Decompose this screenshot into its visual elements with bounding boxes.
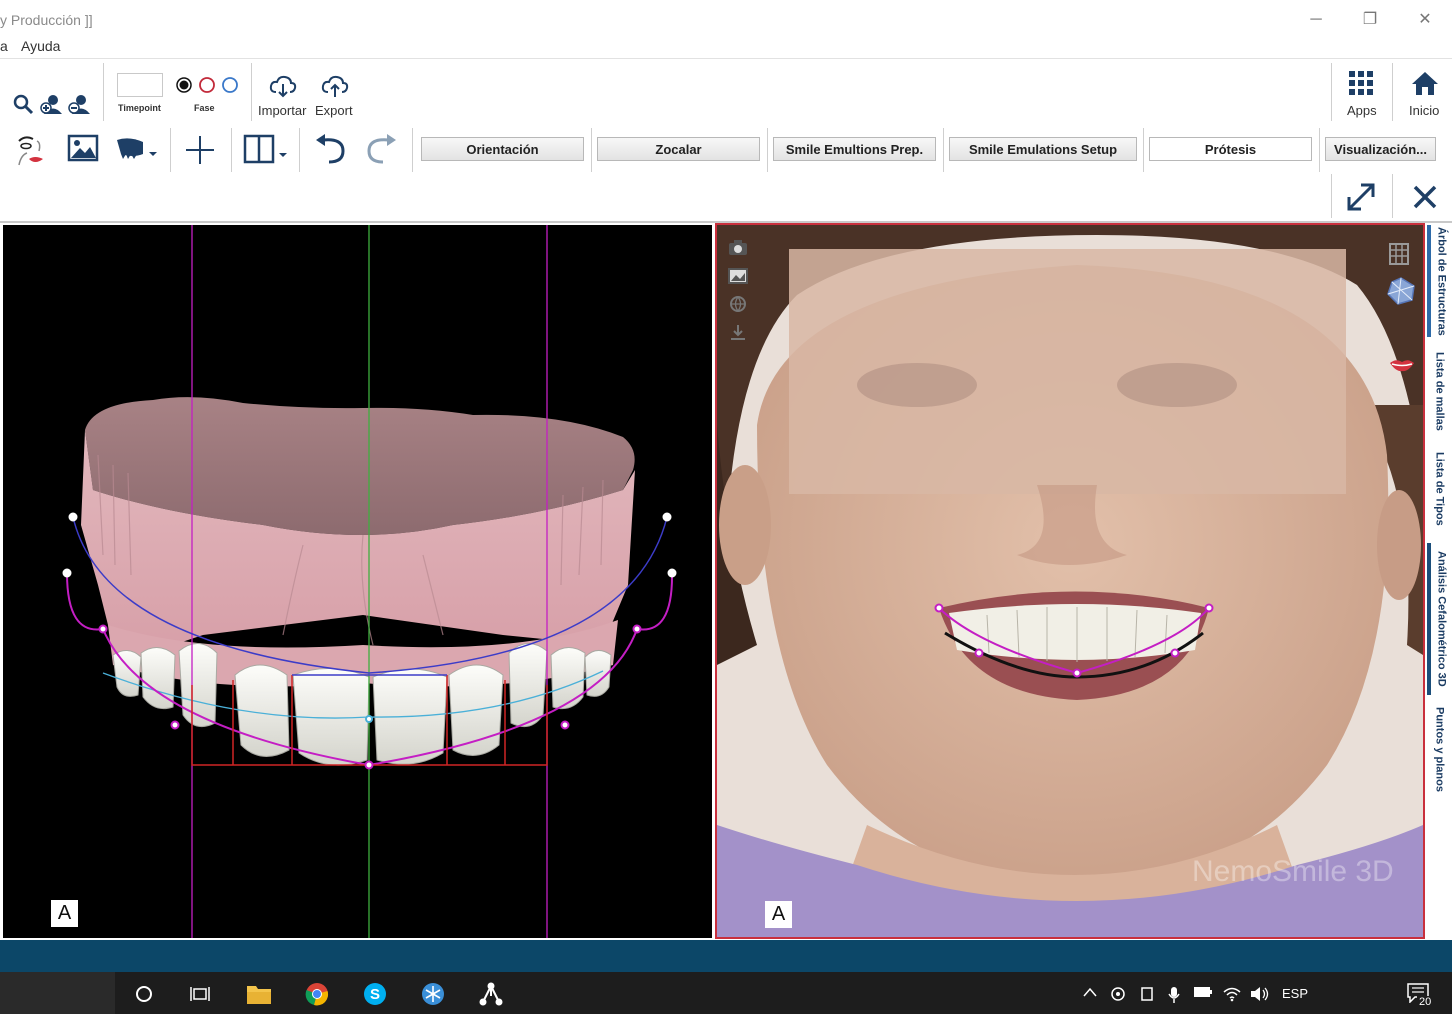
toolbar-divider <box>231 128 232 172</box>
network-app-icon[interactable] <box>477 980 505 1008</box>
menu-item-help[interactable]: Ayuda <box>21 38 60 54</box>
zocalar-button[interactable]: Zocalar <box>597 137 760 161</box>
main-toolbar: Timepoint Fase Importar Export Apps Inic… <box>0 58 1452 124</box>
toolbar-divider <box>1319 128 1320 172</box>
expand-icon[interactable] <box>1344 180 1378 214</box>
toolbar-divider <box>1331 174 1332 218</box>
tab-mesh-list[interactable]: Lista de mallas <box>1427 345 1452 437</box>
import-label[interactable]: Importar <box>258 103 306 118</box>
phase-radio-1[interactable] <box>175 76 193 94</box>
tray-battery-icon[interactable] <box>1193 986 1213 1001</box>
timepoint-label: Timepoint <box>118 103 161 113</box>
toolbar-divider <box>103 63 104 121</box>
task-view-icon[interactable] <box>186 980 214 1008</box>
tray-device-icon[interactable] <box>1139 986 1155 1005</box>
restore-button[interactable]: ❐ <box>1358 8 1382 32</box>
snowflake-app-icon[interactable] <box>419 980 447 1008</box>
skype-icon[interactable]: S <box>361 980 389 1008</box>
cloud-upload-icon[interactable] <box>320 73 350 99</box>
add-patient-icon[interactable] <box>39 91 65 117</box>
svg-text:S: S <box>370 986 380 1003</box>
phase-label: Fase <box>194 103 215 113</box>
toolbar-divider <box>943 128 944 172</box>
toolbar-divider <box>1392 174 1393 218</box>
timepoint-field[interactable] <box>117 73 163 97</box>
menu-item-a[interactable]: a <box>0 38 8 54</box>
phase-radio-2[interactable] <box>198 76 216 94</box>
mesh-icon[interactable] <box>1385 275 1417 307</box>
tray-wifi-icon[interactable] <box>1223 986 1241 1005</box>
redo-icon[interactable] <box>363 132 401 166</box>
toolbar-divider <box>1143 128 1144 172</box>
title-bar: y Producción ]] ─ ❐ ✕ <box>0 0 1452 40</box>
orientation-button[interactable]: Orientación <box>421 137 584 161</box>
export-label[interactable]: Export <box>315 103 353 118</box>
app-watermark: NemoSmile 3D <box>1192 855 1394 888</box>
chrome-icon[interactable] <box>303 980 331 1008</box>
layout-split-icon[interactable] <box>242 132 290 166</box>
taskbar-search-area[interactable] <box>0 972 115 1014</box>
tab-structure-tree[interactable]: Árbol de Estructuras <box>1427 225 1452 337</box>
tray-volume-icon[interactable] <box>1250 986 1270 1005</box>
home-label[interactable]: Inicio <box>1409 103 1439 118</box>
status-bar <box>0 940 1452 972</box>
dental-model-dropdown-icon[interactable] <box>112 132 160 166</box>
toolbar-divider <box>170 128 171 172</box>
3d-model-viewport[interactable]: A <box>3 225 712 938</box>
visualization-button[interactable]: Visualización... <box>1325 137 1436 161</box>
face-photo-viewport[interactable]: NemoSmile 3D A <box>715 223 1425 939</box>
tray-chevron-up-icon[interactable] <box>1082 986 1098 1001</box>
toolbar-divider <box>299 128 300 172</box>
phase-radio-3[interactable] <box>221 76 239 94</box>
notification-count-badge: 20 <box>1417 996 1434 1008</box>
minimize-button[interactable]: ─ <box>1304 8 1328 32</box>
home-icon[interactable] <box>1410 69 1440 97</box>
toolbar-divider <box>591 128 592 172</box>
keyboard-language[interactable]: ESP <box>1282 986 1308 1001</box>
lips-icon[interactable] <box>1387 355 1417 375</box>
prosthesis-button[interactable]: Prótesis <box>1149 137 1312 161</box>
smile-emulations-prep-button[interactable]: Smile Emultions Prep. <box>773 137 936 161</box>
file-explorer-icon[interactable] <box>245 980 273 1008</box>
toolbar-divider <box>1331 63 1332 121</box>
tab-points-and-planes[interactable]: Puntos y planos <box>1427 701 1452 797</box>
window-title: y Producción ]] <box>0 12 93 28</box>
cloud-download-icon[interactable] <box>268 73 298 99</box>
face-analysis-icon[interactable] <box>12 130 48 168</box>
building-icon[interactable] <box>1385 239 1413 267</box>
globe-icon[interactable] <box>727 293 749 315</box>
image-icon[interactable] <box>66 132 100 164</box>
tab-cephalometric-analysis[interactable]: Análisis Cefalométrico 3D <box>1427 543 1452 695</box>
tab-type-list[interactable]: Lista de Tipos <box>1427 445 1452 533</box>
remove-patient-icon[interactable] <box>67 91 93 117</box>
workflow-toolbar: Orientación Zocalar Smile Emultions Prep… <box>0 124 1452 222</box>
toolbar-divider <box>412 128 413 172</box>
undo-icon[interactable] <box>311 132 349 166</box>
toolbar-divider <box>1392 63 1393 121</box>
tray-microphone-icon[interactable] <box>1167 986 1181 1007</box>
add-point-icon[interactable] <box>184 134 216 166</box>
cortana-icon[interactable] <box>130 980 158 1008</box>
tray-sync-icon[interactable] <box>1110 986 1126 1005</box>
left-view-orientation-label[interactable]: A <box>51 900 78 927</box>
toolbar-divider <box>767 128 768 172</box>
side-panel-tabs: Árbol de Estructuras Lista de mallas Lis… <box>1427 223 1452 939</box>
camera-icon[interactable] <box>727 237 749 259</box>
download-icon[interactable] <box>727 321 749 343</box>
close-icon[interactable] <box>1410 182 1440 212</box>
photo-icon[interactable] <box>727 265 749 287</box>
menu-bar: a Ayuda <box>0 38 1452 58</box>
apps-label[interactable]: Apps <box>1347 103 1377 118</box>
search-icon[interactable] <box>10 91 36 117</box>
right-view-orientation-label[interactable]: A <box>765 901 792 928</box>
close-window-button[interactable]: ✕ <box>1413 8 1437 32</box>
patient-photo <box>717 225 1423 937</box>
os-taskbar: S ESP 20 <box>0 972 1452 1014</box>
dental-model-render <box>62 225 677 938</box>
apps-grid-icon[interactable] <box>1347 69 1375 97</box>
smile-emulations-setup-button[interactable]: Smile Emulations Setup <box>949 137 1137 161</box>
toolbar-divider <box>251 63 252 121</box>
